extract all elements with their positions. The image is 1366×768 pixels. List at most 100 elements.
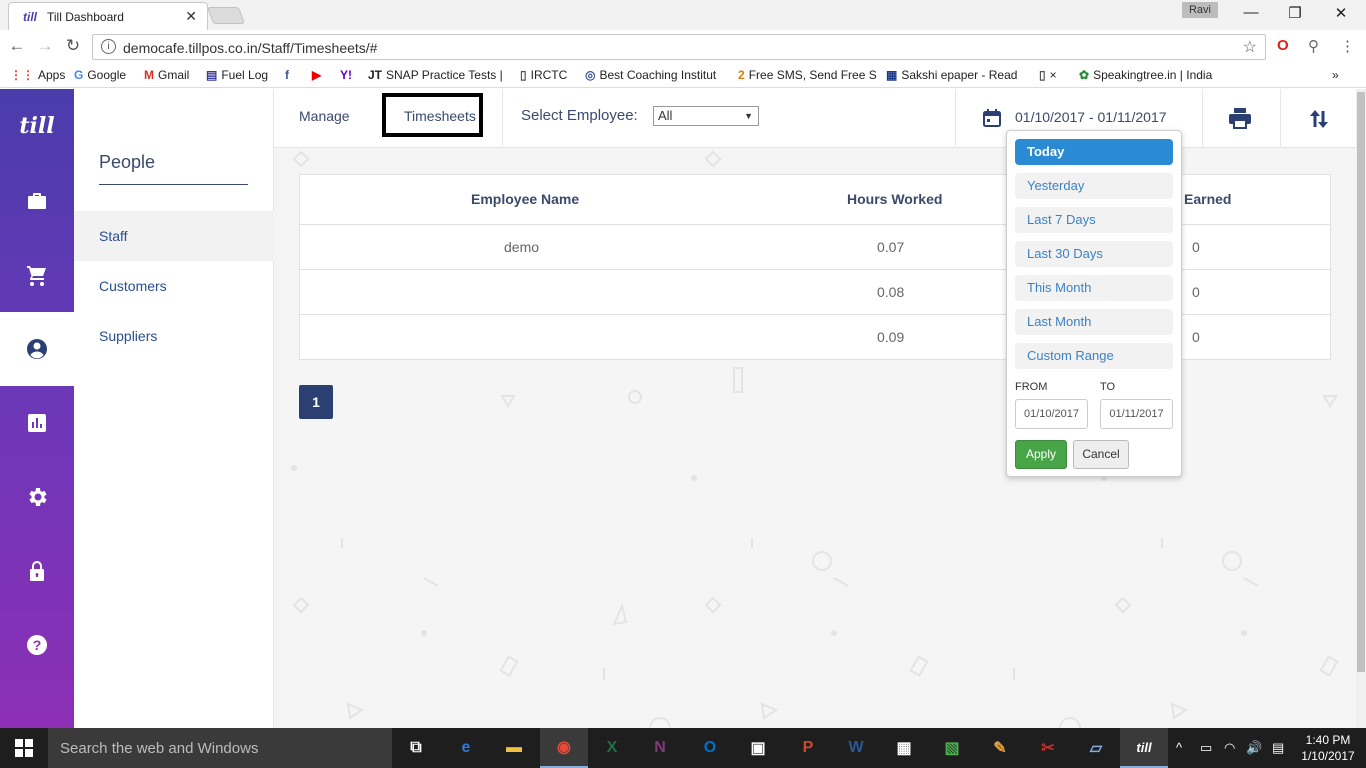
bookmark-5[interactable]: ▶ xyxy=(312,68,325,82)
bookmark-6[interactable]: Y! xyxy=(340,68,356,82)
extension-icon[interactable]: ⚲ xyxy=(1308,37,1319,55)
wifi-icon[interactable]: ◠ xyxy=(1224,740,1235,756)
tab-manage[interactable]: Manage xyxy=(299,108,350,124)
from-date-input[interactable]: 01/10/2017 xyxy=(1015,399,1088,429)
yahoo-icon: Y! xyxy=(340,68,352,82)
range-custom[interactable]: Custom Range xyxy=(1015,343,1173,369)
battery-icon[interactable]: ▭ xyxy=(1200,740,1212,756)
minimize-icon[interactable]: — xyxy=(1236,4,1266,21)
volume-icon[interactable]: 🔊 xyxy=(1246,740,1262,756)
task-view-icon[interactable]: ⧉ xyxy=(392,728,440,768)
tools-icon[interactable]: ✂ xyxy=(1024,728,1072,768)
chrome-icon[interactable]: ◉ xyxy=(540,728,588,768)
rail-settings[interactable] xyxy=(0,460,74,534)
opera-extension-icon[interactable]: O xyxy=(1277,37,1289,54)
subnav-item-staff[interactable]: Staff xyxy=(74,211,274,261)
select-employee-label: Select Employee: xyxy=(521,107,638,124)
action-center-icon[interactable]: ▤ xyxy=(1272,740,1284,756)
rail-sales[interactable] xyxy=(0,164,74,238)
tab-timesheets[interactable]: Timesheets xyxy=(404,108,476,124)
bookmark-11[interactable]: ▦ Sakshi epaper - Read xyxy=(886,68,1017,82)
photos-icon[interactable]: ▧ xyxy=(928,728,976,768)
bookmark-label: Speakingtree.in | India xyxy=(1093,68,1213,82)
forward-icon[interactable]: → xyxy=(34,36,56,56)
edge-icon[interactable]: e xyxy=(442,728,490,768)
outlook-icon[interactable]: O xyxy=(686,728,734,768)
to-date-input[interactable]: 01/11/2017 xyxy=(1100,399,1173,429)
topbar-divider xyxy=(502,89,503,148)
page-scrollbar-thumb[interactable] xyxy=(1357,92,1365,672)
range-last-30-days[interactable]: Last 30 Days xyxy=(1015,241,1173,267)
bookmark-label: IRCTC xyxy=(530,68,568,82)
range-this-month[interactable]: This Month xyxy=(1015,275,1173,301)
pagination-page-1[interactable]: 1 xyxy=(299,385,333,419)
chrome-menu-icon[interactable]: ⋮ xyxy=(1340,37,1355,55)
sort-icon[interactable] xyxy=(1308,107,1330,131)
rail-people[interactable] xyxy=(0,312,74,386)
file-explorer-icon[interactable]: ▬ xyxy=(490,728,538,768)
google-icon: G xyxy=(74,68,84,82)
bookmark-9[interactable]: ◎ Best Coaching Institut xyxy=(585,68,716,82)
till-logo[interactable]: till xyxy=(0,113,74,139)
bookmark-3[interactable]: ▤ Fuel Log xyxy=(206,68,268,82)
onenote-icon[interactable]: N xyxy=(636,728,684,768)
paint-icon[interactable]: ✎ xyxy=(976,728,1024,768)
show-hidden-icons-icon[interactable]: ^ xyxy=(1176,740,1182,755)
bookmarks-overflow-icon[interactable]: » xyxy=(1332,68,1339,82)
bookmark-12[interactable]: ▯ × xyxy=(1039,68,1057,82)
apply-button[interactable]: Apply xyxy=(1015,440,1067,469)
word-icon[interactable]: W xyxy=(832,728,880,768)
help-icon: ? xyxy=(27,635,47,655)
range-yesterday[interactable]: Yesterday xyxy=(1015,173,1173,199)
restore-icon[interactable]: ❐ xyxy=(1280,4,1310,22)
new-tab-button[interactable] xyxy=(206,7,246,24)
range-last-7-days[interactable]: Last 7 Days xyxy=(1015,207,1173,233)
bookmark-8[interactable]: ▯ IRCTC xyxy=(520,68,567,82)
calculator-icon[interactable]: ▦ xyxy=(880,728,928,768)
rail-lock[interactable] xyxy=(0,534,74,608)
bookmark-4[interactable]: f xyxy=(285,68,293,82)
range-today[interactable]: Today xyxy=(1015,139,1173,165)
taskbar-clock[interactable]: 1:40 PM 1/10/2017 xyxy=(1296,732,1360,764)
notes-icon[interactable]: ▱ xyxy=(1072,728,1120,768)
bookmark-0[interactable]: ⋮⋮ Apps xyxy=(10,68,65,82)
browser-toolbar: ← → ↻ i democafe.tillpos.co.in/Staff/Tim… xyxy=(0,30,1366,64)
bookmark-1[interactable]: G Google xyxy=(74,68,126,82)
powerpoint-icon[interactable]: P xyxy=(784,728,832,768)
select-employee-dropdown[interactable]: All ▼ xyxy=(653,106,759,126)
profile-chip[interactable]: Ravi xyxy=(1182,2,1218,18)
window-close-icon[interactable]: ✕ xyxy=(1326,4,1356,22)
taskbar-search[interactable]: Search the web and Windows xyxy=(48,728,392,768)
excel-icon[interactable]: X xyxy=(588,728,636,768)
subnav-item-suppliers[interactable]: Suppliers xyxy=(74,311,274,361)
tab-close-icon[interactable]: ✕ xyxy=(185,8,197,25)
site-info-icon[interactable]: i xyxy=(101,39,116,54)
print-icon[interactable] xyxy=(1228,107,1252,129)
date-range-field[interactable]: 01/10/2017 - 01/11/2017 xyxy=(1015,109,1167,125)
bookmark-7[interactable]: JT SNAP Practice Tests | xyxy=(368,68,503,82)
bookmark-2[interactable]: M Gmail xyxy=(144,68,189,82)
tab-till-dashboard[interactable]: till Till Dashboard ✕ xyxy=(8,2,208,30)
cancel-button[interactable]: Cancel xyxy=(1073,440,1129,469)
subnav-item-customers[interactable]: Customers xyxy=(74,261,274,311)
range-last-month[interactable]: Last Month xyxy=(1015,309,1173,335)
to-label: TO xyxy=(1100,381,1116,393)
gear-icon xyxy=(29,488,47,506)
rail-cart[interactable] xyxy=(0,238,74,312)
bookmark-13[interactable]: ✿ Speakingtree.in | India xyxy=(1079,68,1212,82)
subnav-title: People xyxy=(99,152,156,172)
rail-reports[interactable] xyxy=(0,386,74,460)
bookmark-star-icon[interactable]: ☆ xyxy=(1243,37,1257,57)
cell-hours-worked: 0.09 xyxy=(877,329,905,345)
reload-icon[interactable]: ↻ xyxy=(62,36,84,56)
till-icon[interactable]: till xyxy=(1120,728,1168,768)
store-icon[interactable]: ▣ xyxy=(734,728,782,768)
start-button[interactable] xyxy=(0,728,48,768)
address-bar[interactable]: i democafe.tillpos.co.in/Staff/Timesheet… xyxy=(92,34,1266,60)
back-icon[interactable]: ← xyxy=(6,36,28,56)
bookmark-10[interactable]: 2 Free SMS, Send Free S xyxy=(738,68,877,82)
calendar-icon[interactable] xyxy=(982,108,1002,128)
bookmark-label: × xyxy=(1049,68,1057,82)
address-url[interactable]: democafe.tillpos.co.in/Staff/Timesheets/… xyxy=(123,40,377,56)
rail-help[interactable]: ? xyxy=(0,608,74,682)
